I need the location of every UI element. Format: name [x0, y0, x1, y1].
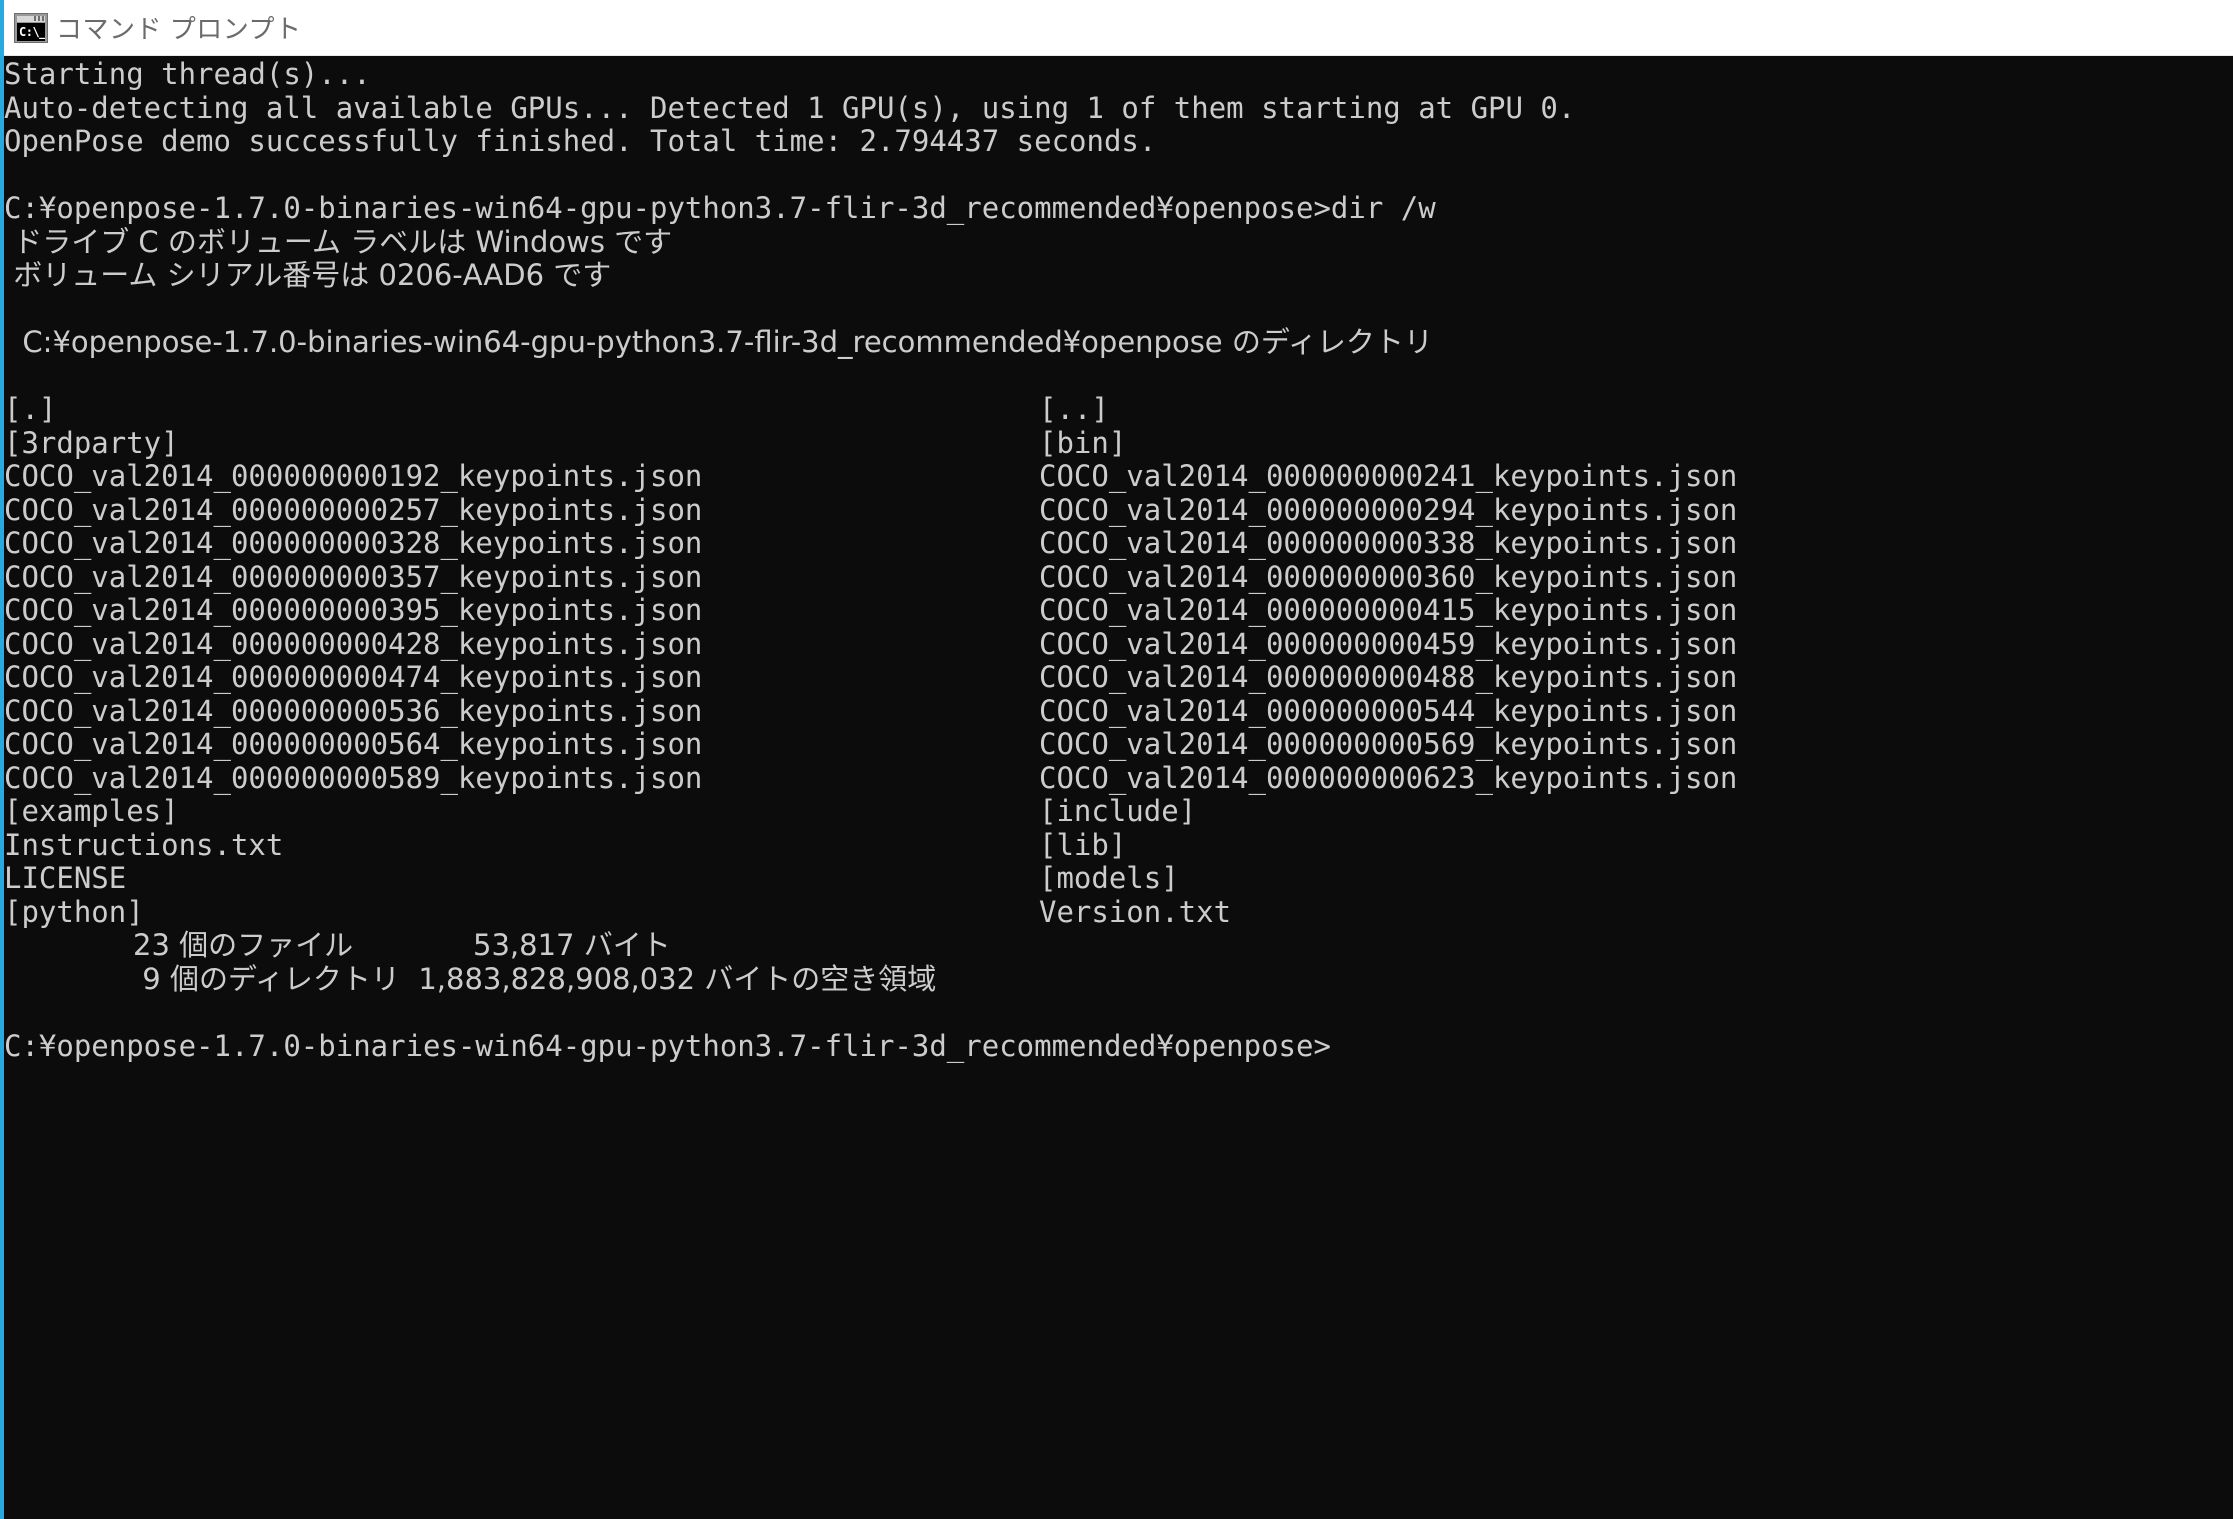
dir-entry-row: COCO_val2014_000000000428_keypoints.json… — [4, 626, 2233, 662]
dir-entry-left: Instructions.txt — [4, 827, 284, 862]
console-line-volume-label: ドライブ C のボリューム ラベルは Windows です — [4, 225, 673, 259]
icon-window-buttons — [34, 15, 44, 21]
dir-entry-row: LICENSE [models] — [4, 861, 2233, 896]
command-prompt-window: C:\_ コマンド プロンプト Starting thread(s)... Au… — [0, 0, 2233, 1519]
dir-entry-left: [.] — [4, 392, 57, 426]
dir-entry-row: COCO_val2014_000000000357_keypoints.json… — [4, 559, 2233, 595]
dir-entry-right: COCO_val2014_000000000360_keypoints.json — [1039, 559, 1738, 594]
dir-entry-row: COCO_val2014_000000000474_keypoints.json… — [4, 660, 2233, 695]
dir-entry-right: Version.txt — [1039, 894, 1232, 929]
dir-entry-left: COCO_val2014_000000000536_keypoints.json — [4, 693, 703, 728]
console-line-dir-count: 9 個のディレクトリ 1,883,828,908,032 バイトの空き領域 — [4, 962, 937, 996]
dir-entry-row: [examples] [include] — [4, 794, 2233, 829]
console-line-file-count: 23 個のファイル 53,817 バイト — [4, 929, 671, 962]
dir-entry-left: [3rdparty] — [4, 425, 179, 460]
dir-entry-row: COCO_val2014_000000000564_keypoints.json… — [4, 727, 2233, 762]
console-prompt-line[interactable]: C:¥openpose-1.7.0-binaries-win64-gpu-pyt… — [4, 1030, 2233, 1064]
dir-entry-row: COCO_val2014_000000000589_keypoints.json… — [4, 760, 2233, 796]
console-line-blank — [4, 360, 2233, 394]
dir-entry-row: COCO_val2014_000000000328_keypoints.json… — [4, 526, 2233, 561]
dir-entry-left: COCO_val2014_000000000428_keypoints.json — [4, 626, 703, 661]
dir-entry-left: [python] — [4, 894, 144, 929]
dir-entry-left: COCO_val2014_000000000589_keypoints.json — [4, 760, 703, 795]
dir-entry-right: COCO_val2014_000000000241_keypoints.json — [1039, 459, 1738, 493]
dir-entry-right: COCO_val2014_000000000569_keypoints.json — [1039, 727, 1738, 761]
dir-entry-row: Instructions.txt [lib] — [4, 827, 2233, 863]
dir-entry-right: COCO_val2014_000000000544_keypoints.json — [1039, 693, 1738, 728]
dir-entry-left: COCO_val2014_000000000357_keypoints.json — [4, 559, 703, 594]
console-text-buffer: Starting thread(s)... Auto-detecting all… — [4, 58, 2233, 1063]
window-title: コマンド プロンプト — [56, 14, 302, 44]
console-command-line: C:¥openpose-1.7.0-binaries-win64-gpu-pyt… — [4, 192, 1436, 225]
dir-entry-right: COCO_val2014_000000000338_keypoints.json — [1039, 526, 1738, 560]
dir-entry-row: COCO_val2014_000000000536_keypoints.json… — [4, 693, 2233, 729]
dir-entry-left: [examples] — [4, 794, 179, 828]
dir-entry-row: COCO_val2014_000000000192_keypoints.json… — [4, 459, 2233, 494]
console-line-blank — [4, 996, 2233, 1030]
dir-entry-row: [.] [..] — [4, 392, 2233, 427]
console-line: Auto-detecting all available GPUs... Det… — [4, 91, 1576, 125]
console-line-volume-serial: ボリューム シリアル番号は 0206-AAD6 です — [4, 259, 612, 292]
icon-screen-glyph: C:\_ — [17, 22, 45, 41]
cmd-prompt-icon[interactable]: C:\_ — [14, 12, 48, 43]
console-line: OpenPose demo successfully finished. Tot… — [4, 125, 1157, 158]
dir-entry-left: COCO_val2014_000000000395_keypoints.json — [4, 593, 703, 627]
dir-entry-left: COCO_val2014_000000000192_keypoints.json — [4, 459, 703, 493]
dir-entry-right: [models] — [1039, 861, 1179, 895]
dir-entry-left: LICENSE — [4, 861, 127, 895]
dir-entry-right: COCO_val2014_000000000459_keypoints.json — [1039, 626, 1738, 661]
dir-entry-right: [include] — [1039, 794, 1197, 828]
window-titlebar[interactable]: C:\_ コマンド プロンプト — [4, 0, 2233, 56]
dir-entry-right: COCO_val2014_000000000294_keypoints.json — [1039, 492, 1738, 527]
dir-entry-left: COCO_val2014_000000000474_keypoints.json — [4, 660, 703, 694]
dir-entry-right: COCO_val2014_000000000415_keypoints.json — [1039, 593, 1738, 627]
console-line-directory-header: C:¥openpose-1.7.0-binaries-win64-gpu-pyt… — [4, 326, 1433, 359]
dir-entry-row: [python] Version.txt — [4, 894, 2233, 930]
dir-entry-left: COCO_val2014_000000000328_keypoints.json — [4, 526, 703, 560]
dir-entry-right: COCO_val2014_000000000623_keypoints.json — [1039, 760, 1738, 795]
console-output-area[interactable]: Starting thread(s)... Auto-detecting all… — [4, 56, 2233, 1519]
dir-entry-right: [..] — [1039, 392, 1109, 426]
dir-entry-right: COCO_val2014_000000000488_keypoints.json — [1039, 660, 1738, 694]
dir-entry-row: [3rdparty] [bin] — [4, 425, 2233, 461]
dir-entry-right: [bin] — [1039, 425, 1127, 460]
dir-entry-right: [lib] — [1039, 827, 1127, 862]
console-line-blank — [4, 159, 2233, 193]
dir-entry-left: COCO_val2014_000000000564_keypoints.json — [4, 727, 703, 761]
console-line-blank — [4, 293, 2233, 327]
dir-entry-row: COCO_val2014_000000000257_keypoints.json… — [4, 492, 2233, 528]
dir-entry-left: COCO_val2014_000000000257_keypoints.json — [4, 492, 703, 527]
console-line: Starting thread(s)... — [4, 58, 371, 91]
dir-entry-row: COCO_val2014_000000000395_keypoints.json… — [4, 593, 2233, 628]
